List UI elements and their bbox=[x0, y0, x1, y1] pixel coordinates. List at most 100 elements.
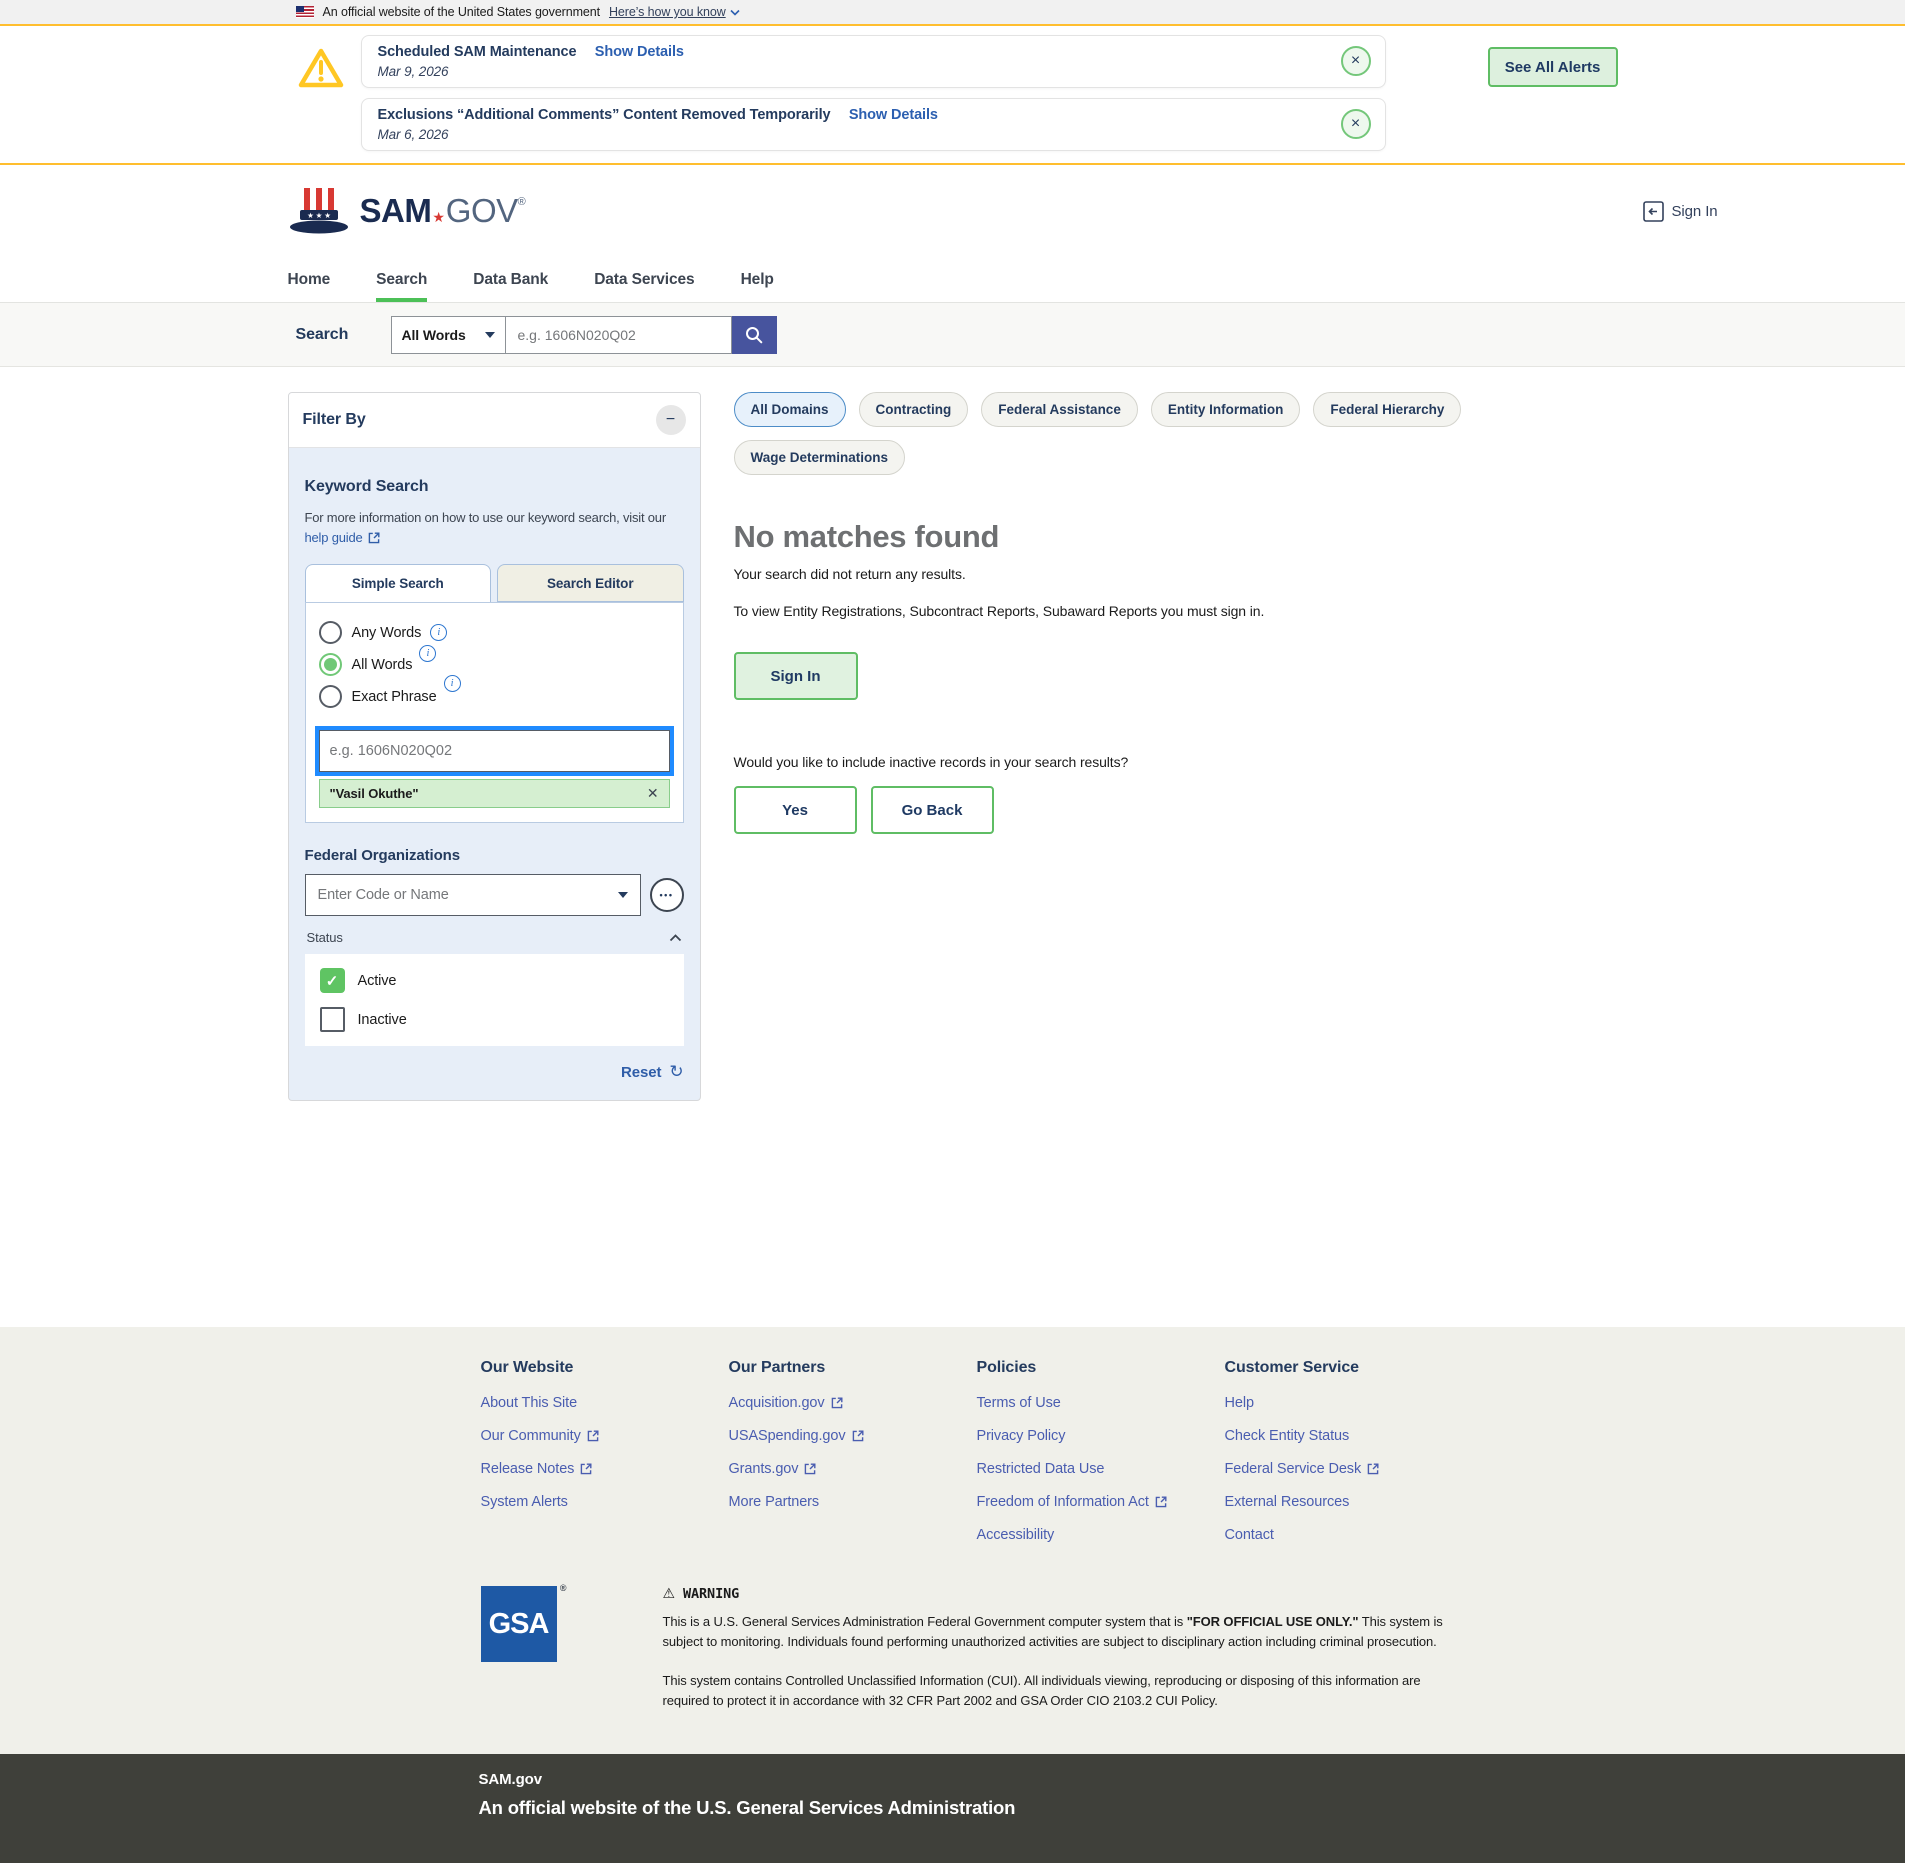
search-label: Search bbox=[288, 326, 391, 344]
footer-link-external-resources[interactable]: External Resources bbox=[1225, 1494, 1473, 1510]
gov-banner-text: An official website of the United States… bbox=[323, 5, 600, 19]
search-input[interactable] bbox=[506, 316, 732, 354]
radio-all-words[interactable] bbox=[319, 653, 342, 676]
sam-gov-logo[interactable]: ★ ★ ★ SAM ★ GOV ® bbox=[288, 185, 526, 237]
dark-footer: SAM.gov An official website of the U.S. … bbox=[0, 1754, 1905, 1863]
footer-link-privacy-policy[interactable]: Privacy Policy bbox=[977, 1428, 1225, 1444]
alert-card: Scheduled SAM Maintenance Show Details M… bbox=[361, 35, 1386, 88]
footer-link-more-partners[interactable]: More Partners bbox=[729, 1494, 977, 1510]
domain-pill-all-domains[interactable]: All Domains bbox=[734, 392, 846, 427]
info-icon[interactable]: i bbox=[444, 675, 461, 692]
footer-link-label: Our Community bbox=[481, 1428, 581, 1444]
reset-filters-button[interactable]: Reset ↻ bbox=[305, 1062, 684, 1082]
go-back-button[interactable]: Go Back bbox=[871, 786, 994, 834]
footer-link-label: Check Entity Status bbox=[1225, 1428, 1350, 1444]
footer-link-label: Freedom of Information Act bbox=[977, 1494, 1149, 1510]
radio-any-words[interactable] bbox=[319, 621, 342, 644]
warning-icon: ⚠ bbox=[663, 1586, 675, 1602]
site-header: ★ ★ ★ SAM ★ GOV ® Sign In bbox=[0, 165, 1905, 257]
warning-paragraph-1: This is a U.S. General Services Administ… bbox=[663, 1612, 1463, 1652]
brand-sam: SAM bbox=[360, 192, 432, 230]
footer-link-accessibility[interactable]: Accessibility bbox=[977, 1527, 1225, 1543]
tab-search-editor[interactable]: Search Editor bbox=[497, 564, 684, 602]
dark-footer-title: SAM.gov bbox=[479, 1771, 1618, 1788]
footer-link-system-alerts[interactable]: System Alerts bbox=[481, 1494, 729, 1510]
collapse-filters-button[interactable]: − bbox=[656, 405, 686, 435]
domain-pill-contracting[interactable]: Contracting bbox=[859, 392, 969, 427]
footer-link-contact[interactable]: Contact bbox=[1225, 1527, 1473, 1543]
sign-in-link[interactable]: Sign In bbox=[1643, 201, 1718, 222]
status-inactive-label: Inactive bbox=[358, 1012, 407, 1028]
alert-show-details-link[interactable]: Show Details bbox=[595, 44, 684, 60]
footer-link-acquisition-gov[interactable]: Acquisition.gov bbox=[729, 1395, 977, 1411]
yes-button[interactable]: Yes bbox=[734, 786, 857, 834]
domain-pill-entity-information[interactable]: Entity Information bbox=[1151, 392, 1301, 427]
domain-pill-federal-hierarchy[interactable]: Federal Hierarchy bbox=[1313, 392, 1461, 427]
help-guide-link[interactable]: help guide bbox=[305, 528, 380, 548]
chip-close-icon[interactable]: ✕ bbox=[647, 785, 659, 802]
search-button[interactable] bbox=[732, 316, 777, 354]
footer-link-restricted-data-use[interactable]: Restricted Data Use bbox=[977, 1461, 1225, 1477]
footer-link-release-notes[interactable]: Release Notes bbox=[481, 1461, 729, 1477]
how-you-know-link[interactable]: Here’s how you know bbox=[609, 5, 740, 19]
brand-gov: GOV bbox=[446, 192, 518, 230]
more-options-button[interactable]: ••• bbox=[650, 878, 684, 912]
warning-paragraph-2: This system contains Controlled Unclassi… bbox=[663, 1671, 1463, 1711]
footer-link-grants-gov[interactable]: Grants.gov bbox=[729, 1461, 977, 1477]
footer-link-label: Help bbox=[1225, 1395, 1254, 1411]
search-icon bbox=[744, 325, 764, 345]
nav-item-home[interactable]: Home bbox=[288, 257, 331, 302]
federal-org-input[interactable]: Enter Code or Name bbox=[305, 874, 641, 916]
keyword-input[interactable] bbox=[319, 730, 670, 772]
see-all-alerts-button[interactable]: See All Alerts bbox=[1488, 47, 1618, 87]
tab-simple-search[interactable]: Simple Search bbox=[305, 564, 492, 602]
footer-link-about-this-site[interactable]: About This Site bbox=[481, 1395, 729, 1411]
nav-item-help[interactable]: Help bbox=[741, 257, 774, 302]
radio-exact-phrase-label: Exact Phrase bbox=[352, 689, 437, 705]
footer-link-foia[interactable]: Freedom of Information Act bbox=[977, 1494, 1225, 1510]
minus-icon: − bbox=[666, 411, 675, 429]
footer: Our Website About This Site Our Communit… bbox=[0, 1327, 1905, 1754]
keyword-help-text: For more information on how to use our k… bbox=[305, 508, 684, 548]
status-option-inactive[interactable]: Inactive bbox=[320, 1007, 669, 1032]
filter-panel: Filter By − Keyword Search For more info… bbox=[288, 392, 701, 1101]
footer-col-policies: Policies Terms of Use Privacy Policy Res… bbox=[977, 1359, 1225, 1560]
footer-link-federal-service-desk[interactable]: Federal Service Desk bbox=[1225, 1461, 1473, 1477]
domain-pill-wage-determinations[interactable]: Wage Determinations bbox=[734, 440, 906, 475]
checkbox-unchecked-icon[interactable] bbox=[320, 1007, 345, 1032]
footer-link-label: Accessibility bbox=[977, 1527, 1055, 1543]
info-icon[interactable]: i bbox=[419, 645, 436, 662]
footer-link-check-entity-status[interactable]: Check Entity Status bbox=[1225, 1428, 1473, 1444]
footer-link-usaspending-gov[interactable]: USASpending.gov bbox=[729, 1428, 977, 1444]
footer-link-our-community[interactable]: Our Community bbox=[481, 1428, 729, 1444]
footer-link-terms-of-use[interactable]: Terms of Use bbox=[977, 1395, 1225, 1411]
nav-item-data-services[interactable]: Data Services bbox=[594, 257, 694, 302]
us-flag-icon bbox=[296, 6, 314, 18]
footer-link-label: Terms of Use bbox=[977, 1395, 1061, 1411]
status-option-active[interactable]: ✓ Active bbox=[320, 968, 669, 993]
status-header[interactable]: Status bbox=[305, 930, 684, 945]
footer-link-label: Restricted Data Use bbox=[977, 1461, 1105, 1477]
checkbox-checked-icon[interactable]: ✓ bbox=[320, 968, 345, 993]
sign-in-button[interactable]: Sign In bbox=[734, 652, 858, 700]
close-icon[interactable]: × bbox=[1341, 109, 1371, 139]
chevron-up-icon bbox=[669, 934, 682, 942]
footer-link-help[interactable]: Help bbox=[1225, 1395, 1473, 1411]
alert-show-details-link[interactable]: Show Details bbox=[849, 107, 938, 123]
info-icon[interactable]: i bbox=[430, 624, 447, 641]
alert-date: Mar 9, 2026 bbox=[378, 64, 684, 79]
external-link-icon bbox=[804, 1463, 816, 1475]
status-options: ✓ Active Inactive bbox=[305, 954, 684, 1046]
search-mode-select[interactable]: All Words bbox=[391, 316, 506, 354]
gsa-logo: GSA ® bbox=[481, 1586, 557, 1662]
close-icon[interactable]: × bbox=[1341, 46, 1371, 76]
status-active-label: Active bbox=[358, 973, 397, 989]
nav-item-data-bank[interactable]: Data Bank bbox=[473, 257, 548, 302]
status-label: Status bbox=[307, 930, 343, 945]
warning-text: This is a U.S. General Services Administ… bbox=[663, 1614, 1187, 1629]
nav-item-search[interactable]: Search bbox=[376, 257, 427, 302]
sign-in-icon bbox=[1643, 201, 1664, 222]
domain-pill-federal-assistance[interactable]: Federal Assistance bbox=[981, 392, 1138, 427]
radio-exact-phrase[interactable] bbox=[319, 685, 342, 708]
footer-heading: Our Partners bbox=[729, 1359, 977, 1377]
